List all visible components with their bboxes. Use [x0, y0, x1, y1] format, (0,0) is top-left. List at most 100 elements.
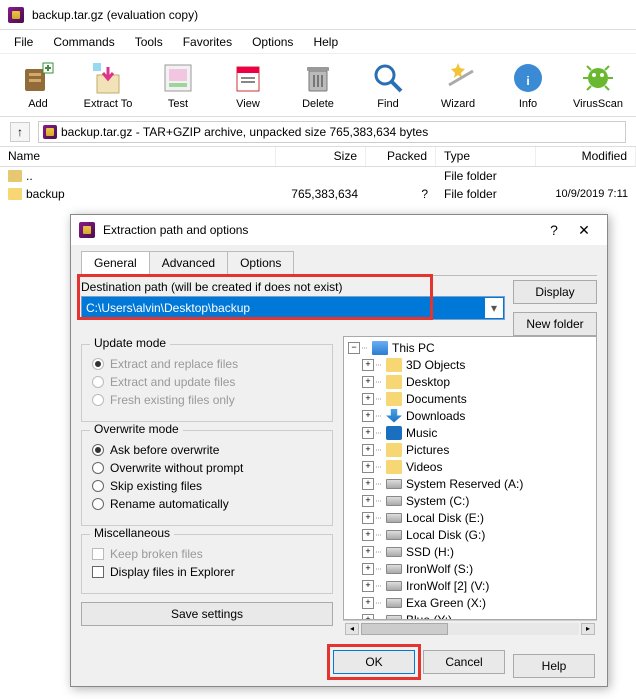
- radio-extract-update[interactable]: Extract and update files: [92, 375, 322, 389]
- extract-button[interactable]: Extract To: [80, 60, 136, 110]
- help-button[interactable]: Help: [513, 654, 595, 678]
- tree-item[interactable]: +Blue (Y:): [344, 611, 596, 620]
- menu-file[interactable]: File: [6, 33, 41, 51]
- radio-icon: [92, 462, 104, 474]
- expander-icon[interactable]: +: [362, 444, 374, 456]
- radio-extract-replace[interactable]: Extract and replace files: [92, 357, 322, 371]
- ok-button[interactable]: OK: [333, 650, 415, 674]
- list-item[interactable]: backup 765,383,634 ? File folder 10/9/20…: [0, 185, 636, 203]
- expander-icon[interactable]: +: [362, 359, 374, 371]
- menu-help[interactable]: Help: [305, 33, 346, 51]
- nav-up-button[interactable]: ↑: [10, 122, 30, 142]
- check-explorer[interactable]: Display files in Explorer: [92, 565, 322, 579]
- scroll-left-icon[interactable]: ◂: [345, 623, 359, 635]
- delete-button[interactable]: Delete: [290, 60, 346, 110]
- cancel-button[interactable]: Cancel: [423, 650, 505, 674]
- virusscan-button[interactable]: VirusScan: [570, 60, 626, 110]
- tree-scrollbar[interactable]: ◂ ▸: [343, 620, 597, 636]
- tree-item[interactable]: +SSD (H:): [344, 543, 596, 560]
- radio-skip[interactable]: Skip existing files: [92, 479, 322, 493]
- tree-item[interactable]: +Exa Green (X:): [344, 594, 596, 611]
- tree-item[interactable]: +System (C:): [344, 492, 596, 509]
- expander-icon[interactable]: +: [362, 597, 374, 609]
- wizard-button[interactable]: Wizard: [430, 60, 486, 110]
- menu-favorites[interactable]: Favorites: [175, 33, 240, 51]
- add-button[interactable]: Add: [10, 60, 66, 110]
- scroll-right-icon[interactable]: ▸: [581, 623, 595, 635]
- radio-icon: [92, 394, 104, 406]
- destination-input[interactable]: [81, 296, 505, 320]
- menu-tools[interactable]: Tools: [127, 33, 171, 51]
- check-keep-broken[interactable]: Keep broken files: [92, 547, 322, 561]
- col-modified[interactable]: Modified: [536, 147, 636, 166]
- expander-icon[interactable]: +: [362, 478, 374, 490]
- save-settings-button[interactable]: Save settings: [81, 602, 333, 626]
- scroll-thumb[interactable]: [361, 623, 448, 635]
- list-item[interactable]: .. File folder: [0, 167, 636, 185]
- col-packed[interactable]: Packed: [366, 147, 436, 166]
- radio-rename[interactable]: Rename automatically: [92, 497, 322, 511]
- tree-item[interactable]: +Local Disk (E:): [344, 509, 596, 526]
- tree-item[interactable]: +System Reserved (A:): [344, 475, 596, 492]
- expander-icon[interactable]: +: [362, 495, 374, 507]
- tree-item[interactable]: +Documents: [344, 390, 596, 407]
- radio-ask[interactable]: Ask before overwrite: [92, 443, 322, 457]
- address-field[interactable]: backup.tar.gz - TAR+GZIP archive, unpack…: [38, 121, 626, 143]
- tree-item-icon: [386, 564, 402, 574]
- expander-icon[interactable]: +: [362, 546, 374, 558]
- col-type[interactable]: Type: [436, 147, 536, 166]
- expander-icon[interactable]: +: [362, 529, 374, 541]
- expander-icon[interactable]: +: [362, 427, 374, 439]
- tree-item[interactable]: +Local Disk (G:): [344, 526, 596, 543]
- expander-icon[interactable]: +: [362, 410, 374, 422]
- radio-fresh[interactable]: Fresh existing files only: [92, 393, 322, 407]
- dialog-titlebar: Extraction path and options ? ✕: [71, 215, 607, 245]
- scroll-track[interactable]: [361, 623, 579, 635]
- tree-item-icon: [386, 530, 402, 540]
- tree-item[interactable]: +Downloads: [344, 407, 596, 424]
- tree-item[interactable]: +IronWolf (S:): [344, 560, 596, 577]
- test-icon: [160, 60, 196, 96]
- folder-up-icon: [8, 170, 22, 182]
- view-label: View: [236, 98, 260, 110]
- toolbar: Add Extract To Test View Delete Find Wiz…: [0, 54, 636, 117]
- tree-item[interactable]: +Pictures: [344, 441, 596, 458]
- expander-icon[interactable]: +: [362, 393, 374, 405]
- tab-general[interactable]: General: [81, 251, 150, 275]
- info-button[interactable]: i Info: [500, 60, 556, 110]
- display-button[interactable]: Display: [513, 280, 597, 304]
- tree-item[interactable]: +Music: [344, 424, 596, 441]
- tree-item[interactable]: +IronWolf [2] (V:): [344, 577, 596, 594]
- chevron-down-icon[interactable]: ▾: [485, 298, 503, 318]
- tree-root[interactable]: −This PC: [344, 339, 596, 356]
- menu-options[interactable]: Options: [244, 33, 301, 51]
- pathbar: ↑ backup.tar.gz - TAR+GZIP archive, unpa…: [0, 117, 636, 147]
- radio-noprompt[interactable]: Overwrite without prompt: [92, 461, 322, 475]
- misc-group: Miscellaneous Keep broken files Display …: [81, 534, 333, 594]
- dialog-close-button[interactable]: ✕: [569, 218, 599, 242]
- folder-tree[interactable]: −This PC+3D Objects+Desktop+Documents+Do…: [343, 336, 597, 620]
- add-icon: [20, 60, 56, 96]
- expander-icon[interactable]: +: [362, 461, 374, 473]
- expander-icon[interactable]: −: [348, 342, 360, 354]
- dialog-help-button[interactable]: ?: [539, 218, 569, 242]
- test-button[interactable]: Test: [150, 60, 206, 110]
- view-button[interactable]: View: [220, 60, 276, 110]
- delete-icon: [300, 60, 336, 96]
- expander-icon[interactable]: +: [362, 563, 374, 575]
- col-size[interactable]: Size: [276, 147, 366, 166]
- tree-item[interactable]: +3D Objects: [344, 356, 596, 373]
- tree-item[interactable]: +Videos: [344, 458, 596, 475]
- tree-item[interactable]: +Desktop: [344, 373, 596, 390]
- radio-icon: [92, 376, 104, 388]
- menu-commands[interactable]: Commands: [45, 33, 122, 51]
- tab-options[interactable]: Options: [227, 251, 294, 275]
- expander-icon[interactable]: +: [362, 376, 374, 388]
- col-name[interactable]: Name: [0, 147, 276, 166]
- tab-advanced[interactable]: Advanced: [149, 251, 228, 275]
- radio-icon: [92, 480, 104, 492]
- find-button[interactable]: Find: [360, 60, 416, 110]
- expander-icon[interactable]: +: [362, 580, 374, 592]
- new-folder-button[interactable]: New folder: [513, 312, 597, 336]
- expander-icon[interactable]: +: [362, 512, 374, 524]
